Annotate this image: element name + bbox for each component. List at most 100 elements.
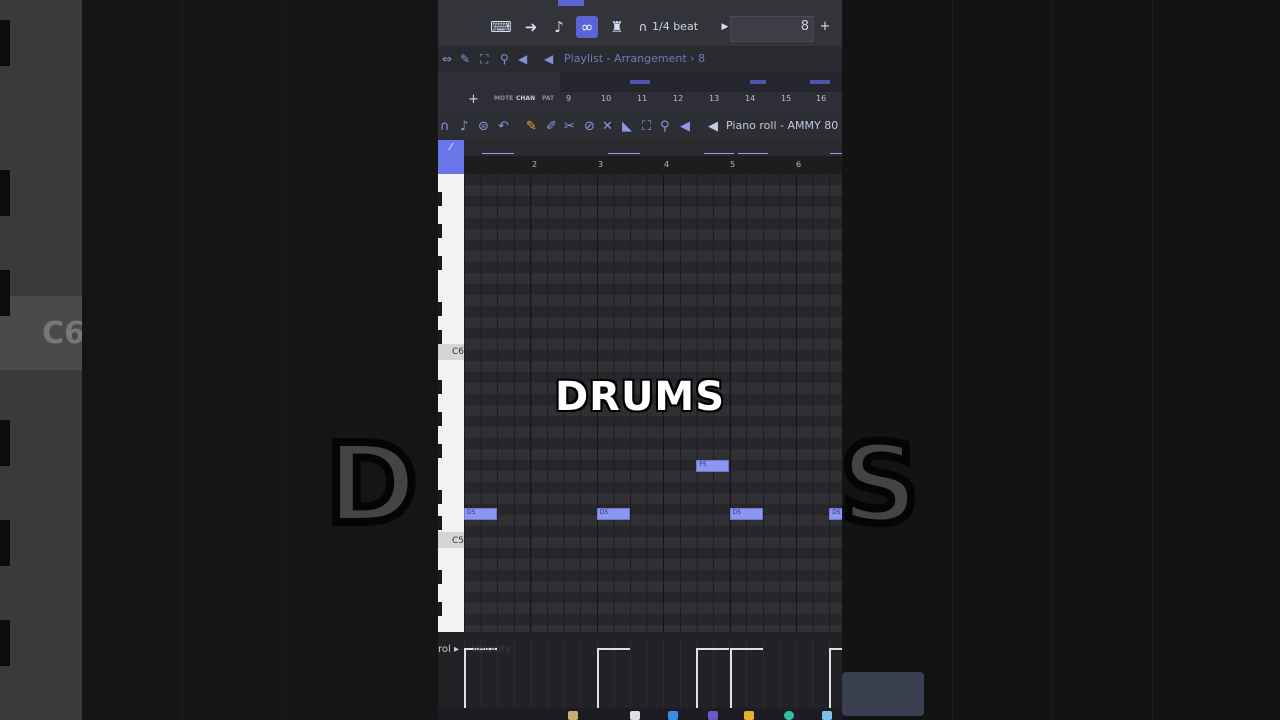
speaker-title-icon: ◀ [544, 52, 554, 66]
fl-studio-window: ⌨ ➜ ♪ ∞ ♜ ∩ 1/4 beat ▶ 8 + ⇔ ✎ ⛶ ⚲ ◀ ◀ P… [438, 0, 842, 720]
app-icon[interactable] [668, 711, 678, 720]
mute-icon[interactable]: ⊘ [584, 119, 595, 134]
ruler-bar-number: 4 [664, 160, 670, 169]
ruler-bar-number: 3 [598, 160, 604, 169]
piano-roll-title: Piano roll - AMMY 80 [726, 119, 839, 132]
arrow-right-icon[interactable]: ➜ [520, 16, 542, 38]
app-icon[interactable] [784, 711, 794, 720]
velocity-stem[interactable] [729, 650, 732, 716]
undo-icon[interactable]: ↶ [498, 119, 509, 134]
note-label: D5 [732, 509, 742, 516]
note[interactable]: D5 [729, 508, 763, 520]
speaker-title-icon: ◀ [708, 119, 718, 134]
zoom-icon[interactable]: ⚲ [660, 119, 670, 134]
pat-label[interactable]: PAT [542, 95, 554, 102]
pencil-icon[interactable]: ✎ [526, 119, 537, 134]
note-icon[interactable]: ♪ [460, 119, 468, 134]
add-track-icon[interactable]: + [468, 92, 479, 107]
main-toolbar: ⌨ ➜ ♪ ∞ ♜ ∩ 1/4 beat ▶ 8 + [438, 0, 842, 46]
move-icon[interactable]: ⇔ [442, 52, 452, 66]
metronome-icon[interactable]: ♜ [606, 16, 628, 38]
app-icon[interactable] [708, 711, 718, 720]
bar-ruler[interactable]: 2 3 4 5 6 [464, 156, 842, 174]
fullscreen-icon[interactable]: ⛶ [642, 119, 651, 134]
headphones-icon[interactable]: ∩ [440, 119, 450, 134]
plus-icon[interactable]: + [814, 16, 836, 38]
control-selector[interactable]: rol ▸ [438, 644, 459, 655]
mote-label[interactable]: MOTE [494, 95, 513, 102]
bg-black-key [0, 520, 10, 566]
playlist-ruler-num: 10 [601, 94, 612, 103]
velocity-cap [696, 648, 730, 650]
velocity-lane[interactable] [464, 640, 842, 716]
link-icon[interactable]: ∞ [576, 16, 598, 38]
chan-label[interactable]: CHAN [516, 95, 535, 102]
app-icon[interactable] [630, 711, 640, 720]
zoom-icon[interactable]: ⚲ [500, 52, 509, 66]
bg-black-key [0, 20, 10, 66]
bg-big-letter-d: D [322, 416, 422, 552]
record-icon[interactable]: ⊜ [478, 119, 489, 134]
note[interactable]: D5 [829, 508, 842, 520]
bg-dark-right [842, 0, 1280, 720]
magnet-icon[interactable]: ∩ [632, 16, 654, 38]
pencil-icon[interactable]: ✎ [460, 52, 470, 66]
select-icon[interactable]: ⛶ [480, 52, 488, 67]
snap-selector[interactable]: 1/4 beat [652, 20, 698, 33]
slice-icon[interactable]: ✕ [602, 119, 613, 134]
playlist-title: Playlist - Arrangement › 8 [564, 52, 706, 65]
note-label: D5 [832, 509, 841, 516]
bg-dark-left [82, 0, 438, 720]
playback-icon[interactable]: ◀ [680, 119, 690, 134]
velocity-stem[interactable] [596, 650, 599, 716]
playlist-area: + MOTE CHAN PAT 9 10 11 12 13 14 15 16 [438, 72, 842, 112]
speaker-icon[interactable]: ◀ [518, 52, 527, 66]
velocity-stem[interactable] [464, 650, 466, 716]
bg-black-key [0, 420, 10, 466]
ruler-bar-number: 5 [730, 160, 736, 169]
bg-big-letter-s: S [836, 416, 924, 552]
note-label: D5 [467, 509, 476, 516]
c6-label: C6 [452, 347, 465, 357]
playlist-ruler-num: 12 [673, 94, 684, 103]
bg-black-key [0, 620, 10, 666]
note[interactable]: D5 [464, 508, 497, 520]
velocity-cap [729, 648, 763, 650]
velocity-cap [829, 648, 842, 650]
bg-blurred-box [842, 672, 924, 716]
note-label: D5 [599, 509, 609, 516]
taskbar [438, 708, 842, 720]
bg-black-key [0, 170, 10, 216]
note-label: F5 [699, 461, 707, 468]
paint-icon[interactable]: ✐ [546, 119, 557, 134]
select-icon[interactable]: ◣ [622, 119, 632, 134]
bg-c6-label: C6 [42, 316, 85, 351]
number-input[interactable]: 8 [730, 16, 814, 42]
note[interactable]: D5 [596, 508, 630, 520]
piano-roll-toolbar: ∩ ♪ ⊜ ↶ ✎ ✐ ✂ ⊘ ✕ ◣ ⛶ ⚲ ◀ ◀ Piano roll -… [438, 112, 842, 140]
playlist-ruler-num: 9 [566, 94, 572, 103]
bg-black-key [0, 270, 10, 316]
delete-icon[interactable]: ✂ [564, 119, 575, 134]
note[interactable]: F5 [696, 460, 730, 472]
event-editor: rol ▸ Velocity [438, 632, 842, 716]
folder-icon[interactable] [744, 711, 754, 720]
caption-overlay: DRUMS [554, 374, 726, 420]
keyboard-icon[interactable]: ⌨ [490, 16, 512, 38]
velocity-stem[interactable] [829, 650, 832, 716]
playlist-tracks[interactable] [560, 72, 842, 92]
brush-icon[interactable]: ♪ [548, 16, 570, 38]
piano-roll-ruler[interactable]: ⁄ 2 3 4 5 6 [438, 140, 842, 174]
playlist-ruler-num: 11 [637, 94, 648, 103]
ruler-bar-number: 2 [532, 160, 538, 169]
playlist-ruler-num: 16 [816, 94, 827, 103]
number-value: 8 [800, 19, 809, 34]
velocity-stem[interactable] [696, 650, 699, 716]
velocity-cap [596, 648, 630, 650]
ruler-bar-number: 6 [796, 160, 802, 169]
app-icon[interactable] [822, 711, 832, 720]
tool-corner[interactable]: ⁄ [438, 140, 464, 174]
app-icon[interactable] [568, 711, 578, 720]
playlist-ruler-num: 13 [709, 94, 720, 103]
c5-label: C5 [452, 536, 465, 546]
